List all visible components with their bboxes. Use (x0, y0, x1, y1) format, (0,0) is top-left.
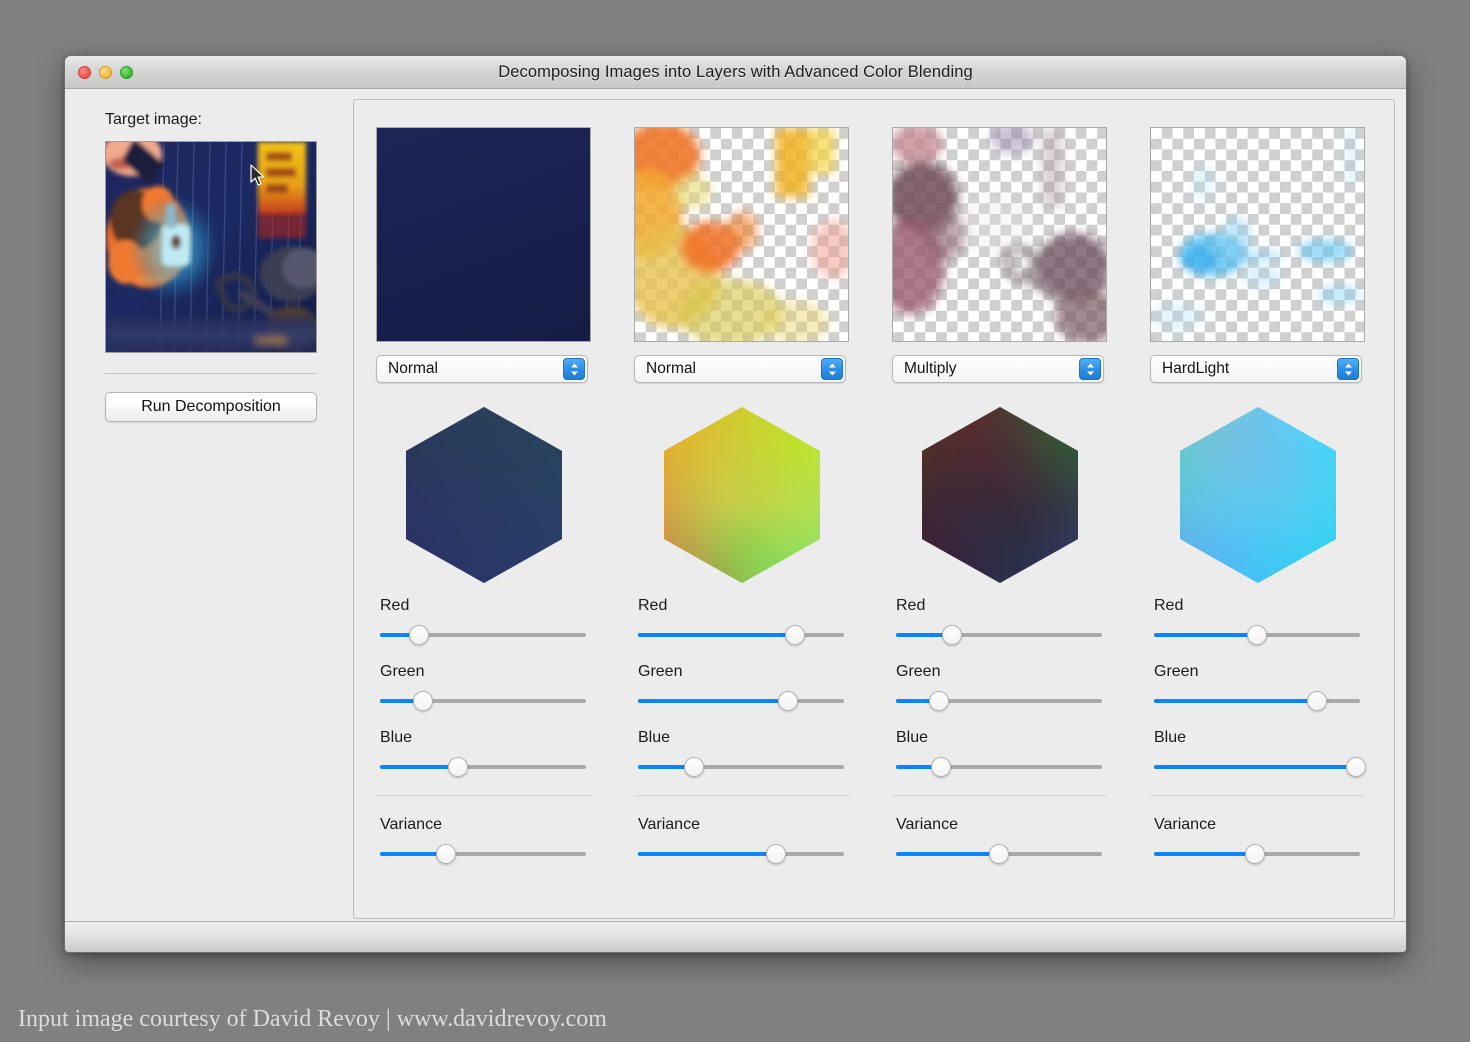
window-body: Target image: Run Decomposition Normal R… (65, 89, 1406, 921)
variance-divider-2 (634, 795, 849, 796)
layers-panel: Normal Red Green Blue Variance Normal Re… (353, 99, 1395, 919)
slider-label-red-2: Red (638, 597, 668, 614)
layer-columns: Normal Red Green Blue Variance Normal Re… (354, 100, 1394, 882)
layer-column-2: Normal Red Green Blue Variance (634, 127, 849, 882)
blend-mode-select-3[interactable]: Multiply (892, 355, 1104, 383)
blend-mode-value-4: HardLight (1162, 360, 1230, 377)
slider-red-2[interactable] (638, 625, 844, 645)
slider-red-4[interactable] (1154, 625, 1360, 645)
layer-column-3: Multiply Red Green Blue Variance (892, 127, 1107, 882)
blend-mode-value-2: Normal (646, 360, 696, 377)
variance-divider-1 (376, 795, 591, 796)
slider-label-red-4: Red (1154, 597, 1184, 614)
blend-mode-select-4[interactable]: HardLight (1150, 355, 1362, 383)
blend-mode-select-1[interactable]: Normal (376, 355, 588, 383)
slider-variance-3[interactable] (896, 844, 1102, 864)
layer-thumbnail-1 (376, 127, 591, 342)
attribution-caption: Input image courtesy of David Revoy | ww… (18, 1006, 607, 1032)
slider-variance-2[interactable] (638, 844, 844, 864)
slider-label-variance-2: Variance (638, 816, 700, 833)
slider-variance-1[interactable] (380, 844, 586, 864)
color-hexagon-3[interactable] (892, 395, 1107, 595)
slider-label-green-1: Green (380, 663, 425, 680)
stepper-arrows-icon-3[interactable] (1079, 358, 1101, 380)
slider-green-2[interactable] (638, 691, 844, 711)
slider-green-4[interactable] (1154, 691, 1360, 711)
slider-label-blue-4: Blue (1154, 729, 1187, 746)
slider-group-4: Red Green Blue Variance (1150, 597, 1366, 864)
slider-blue-4[interactable] (1154, 757, 1366, 777)
run-decomposition-button[interactable]: Run Decomposition (105, 392, 317, 422)
slider-red-3[interactable] (896, 625, 1102, 645)
target-image-thumbnail (105, 141, 317, 353)
stepper-arrows-icon-4[interactable] (1337, 358, 1359, 380)
traffic-light-group (78, 66, 133, 79)
zoom-button[interactable] (120, 66, 133, 79)
slider-label-variance-4: Variance (1154, 816, 1216, 833)
slider-label-red-1: Red (380, 597, 410, 614)
slider-label-blue-1: Blue (380, 729, 413, 746)
app-window: Decomposing Images into Layers with Adva… (64, 55, 1407, 953)
slider-label-red-3: Red (896, 597, 926, 614)
slider-label-blue-2: Blue (638, 729, 671, 746)
slider-green-1[interactable] (380, 691, 586, 711)
color-hexagon-1[interactable] (376, 395, 591, 595)
close-button[interactable] (78, 66, 91, 79)
stepper-arrows-icon-2[interactable] (821, 358, 843, 380)
slider-group-3: Red Green Blue Variance (892, 597, 1107, 864)
blend-mode-value-1: Normal (388, 360, 438, 377)
color-hexagon-2[interactable] (634, 395, 849, 595)
slider-label-variance-3: Variance (896, 816, 958, 833)
left-pane: Target image: Run Decomposition (105, 111, 320, 422)
slider-label-green-4: Green (1154, 663, 1199, 680)
slider-blue-3[interactable] (896, 757, 1102, 777)
slider-group-1: Red Green Blue Variance (376, 597, 591, 864)
stepper-arrows-icon-1[interactable] (563, 358, 585, 380)
status-bar (65, 921, 1406, 952)
left-pane-divider (105, 373, 317, 374)
layer-thumbnail-3 (892, 127, 1107, 342)
layer-thumbnail-4 (1150, 127, 1365, 342)
color-hexagon-4[interactable] (1150, 395, 1365, 595)
layer-column-4: HardLight Red Green Blue Variance (1150, 127, 1366, 882)
slider-label-blue-3: Blue (896, 729, 929, 746)
layer-thumbnail-2 (634, 127, 849, 342)
slider-red-1[interactable] (380, 625, 586, 645)
blend-mode-select-2[interactable]: Normal (634, 355, 846, 383)
slider-group-2: Red Green Blue Variance (634, 597, 849, 864)
slider-label-green-3: Green (896, 663, 941, 680)
slider-label-variance-1: Variance (380, 816, 442, 833)
slider-variance-4[interactable] (1154, 844, 1360, 864)
variance-divider-3 (892, 795, 1107, 796)
layer-column-1: Normal Red Green Blue Variance (376, 127, 591, 882)
slider-blue-2[interactable] (638, 757, 844, 777)
title-bar[interactable]: Decomposing Images into Layers with Adva… (65, 56, 1406, 89)
slider-label-green-2: Green (638, 663, 683, 680)
minimize-button[interactable] (99, 66, 112, 79)
slider-green-3[interactable] (896, 691, 1102, 711)
target-image-label: Target image: (105, 111, 202, 128)
window-title: Decomposing Images into Layers with Adva… (498, 62, 973, 81)
blend-mode-value-3: Multiply (904, 360, 957, 377)
slider-blue-1[interactable] (380, 757, 586, 777)
variance-divider-4 (1150, 795, 1365, 796)
